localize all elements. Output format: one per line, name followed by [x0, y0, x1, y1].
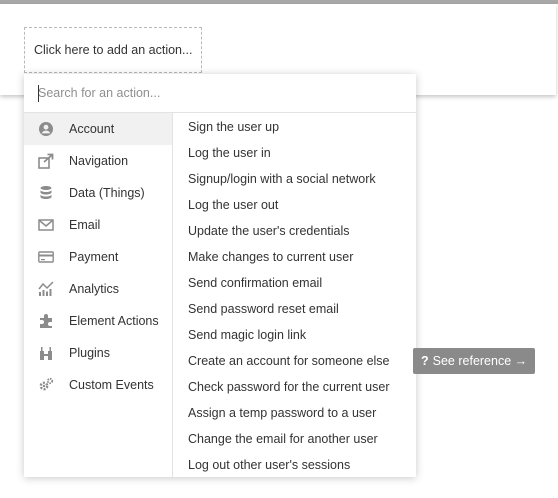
account-icon	[38, 121, 54, 137]
category-label: Navigation	[69, 154, 129, 168]
action-update-credentials[interactable]: Update the user's credentials	[174, 218, 416, 244]
action-send-confirmation-email[interactable]: Send confirmation email	[174, 270, 416, 296]
category-label: Account	[69, 122, 115, 136]
workflow-editor: Click here to add an action... Account N…	[0, 0, 558, 498]
payment-icon	[38, 249, 54, 265]
search-row	[24, 74, 416, 113]
add-action-label: Click here to add an action...	[34, 43, 193, 57]
category-label: Plugins	[69, 346, 110, 360]
category-payment[interactable]: Payment	[24, 241, 172, 273]
action-create-account-other[interactable]: Create an account for someone else	[174, 348, 416, 374]
category-custom-events[interactable]: Custom Events	[24, 369, 172, 401]
category-label: Data (Things)	[69, 186, 145, 200]
category-label: Custom Events	[69, 378, 154, 392]
custom-events-icon	[38, 377, 54, 393]
category-label: Payment	[69, 250, 119, 264]
category-analytics[interactable]: Analytics	[24, 273, 172, 305]
action-send-magic-link[interactable]: Send magic login link	[174, 322, 416, 348]
category-email[interactable]: Email	[24, 209, 172, 241]
action-search-input[interactable]	[36, 82, 398, 104]
category-plugins[interactable]: Plugins	[24, 337, 172, 369]
category-list: Account Navigation Data (Things) Email P…	[24, 113, 173, 477]
plugins-icon	[38, 345, 54, 361]
see-reference-button[interactable]: ? See reference →	[413, 348, 535, 374]
category-label: Element Actions	[69, 314, 159, 328]
category-data[interactable]: Data (Things)	[24, 177, 172, 209]
database-icon	[38, 185, 54, 201]
action-log-user-in[interactable]: Log the user in	[174, 140, 416, 166]
action-check-password[interactable]: Check password for the current user	[174, 374, 416, 400]
add-action-button[interactable]: Click here to add an action...	[24, 27, 202, 73]
action-social-login[interactable]: Signup/login with a social network	[174, 166, 416, 192]
category-element-actions[interactable]: Element Actions	[24, 305, 172, 337]
category-label: Email	[69, 218, 101, 232]
category-navigation[interactable]: Navigation	[24, 145, 172, 177]
see-reference-label: See reference →	[432, 354, 528, 368]
action-send-password-reset[interactable]: Send password reset email	[174, 296, 416, 322]
action-log-out-sessions[interactable]: Log out other user's sessions	[174, 452, 416, 478]
text-caret	[38, 85, 39, 102]
action-make-changes-user[interactable]: Make changes to current user	[174, 244, 416, 270]
action-change-email-other[interactable]: Change the email for another user	[174, 426, 416, 452]
analytics-icon	[38, 281, 54, 297]
email-icon	[38, 217, 54, 233]
action-picker-popup: Account Navigation Data (Things) Email	[24, 74, 416, 477]
action-list: Sign the user up Log the user in Signup/…	[174, 113, 416, 478]
navigation-icon	[38, 153, 54, 169]
action-sign-user-up[interactable]: Sign the user up	[174, 114, 416, 140]
category-account[interactable]: Account	[24, 113, 172, 145]
action-log-user-out[interactable]: Log the user out	[174, 192, 416, 218]
element-actions-icon	[38, 313, 54, 329]
category-label: Analytics	[69, 282, 120, 296]
help-icon: ?	[421, 354, 429, 368]
action-assign-temp-password[interactable]: Assign a temp password to a user	[174, 400, 416, 426]
